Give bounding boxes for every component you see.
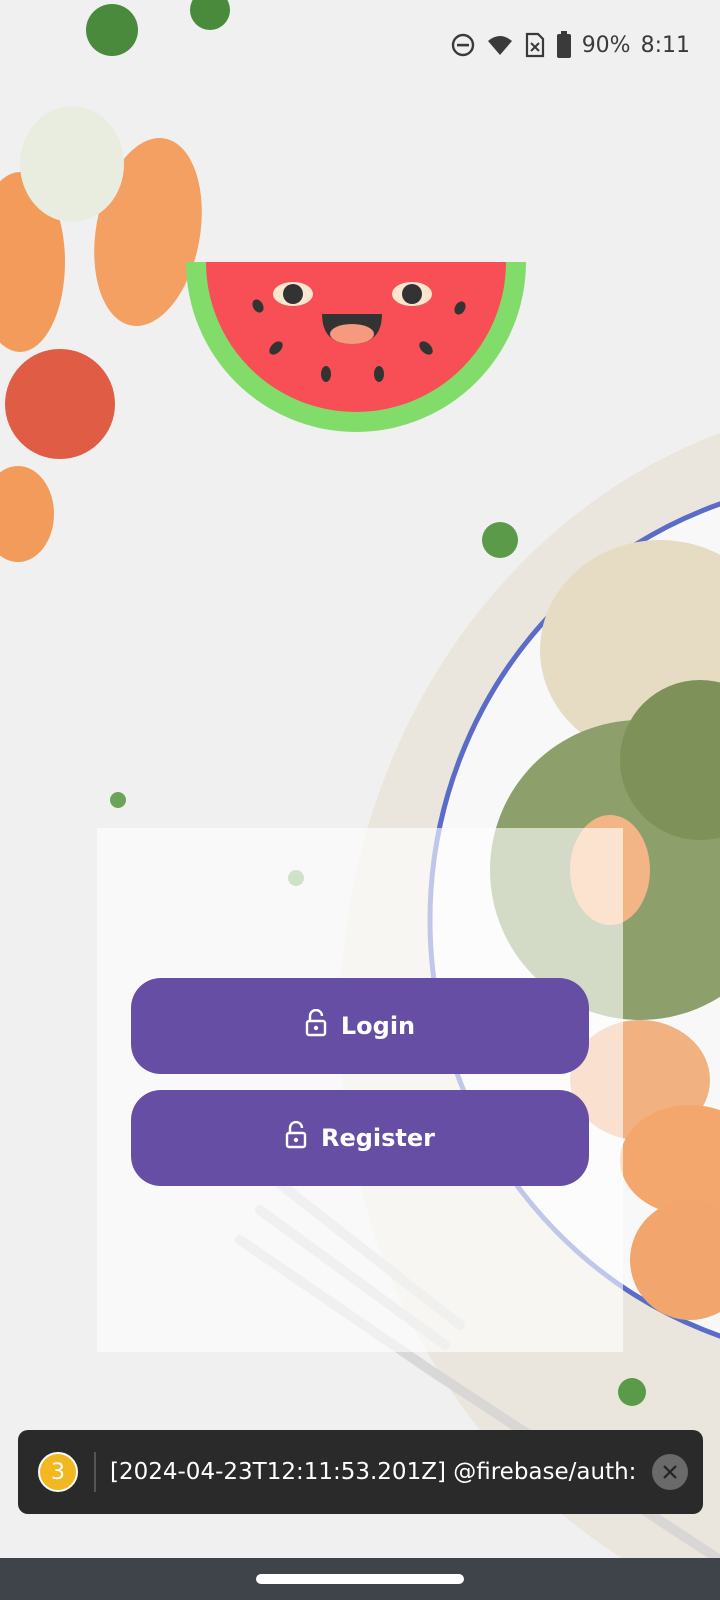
- clock-time: 8:11: [640, 32, 690, 58]
- register-button[interactable]: Register: [131, 1090, 589, 1186]
- watermelon-icon: [186, 262, 526, 439]
- close-icon[interactable]: [652, 1454, 688, 1490]
- login-button[interactable]: Login: [131, 978, 589, 1074]
- wifi-icon: [486, 33, 514, 57]
- toast-divider: [94, 1452, 96, 1492]
- lock-open-icon: [305, 1008, 327, 1043]
- status-bar: 90% 8:11: [450, 28, 690, 62]
- auth-card: Login Register: [97, 828, 623, 1352]
- log-count-badge: 3: [38, 1452, 78, 1492]
- background-image: [0, 0, 720, 1600]
- battery-icon: [556, 31, 572, 59]
- do-not-disturb-icon: [450, 32, 476, 58]
- lock-open-icon: [285, 1120, 307, 1155]
- sim-card-icon: [524, 32, 546, 58]
- login-button-label: Login: [340, 1012, 416, 1040]
- navigation-bar: [0, 1558, 720, 1600]
- log-toast[interactable]: 3 [2024-04-23T12:11:53.201Z] @firebase/a…: [18, 1430, 703, 1514]
- log-message: [2024-04-23T12:11:53.201Z] @firebase/aut…: [110, 1459, 642, 1485]
- register-button-label: Register: [320, 1124, 436, 1152]
- home-gesture-handle[interactable]: [256, 1574, 464, 1584]
- battery-percentage: 90%: [581, 32, 631, 58]
